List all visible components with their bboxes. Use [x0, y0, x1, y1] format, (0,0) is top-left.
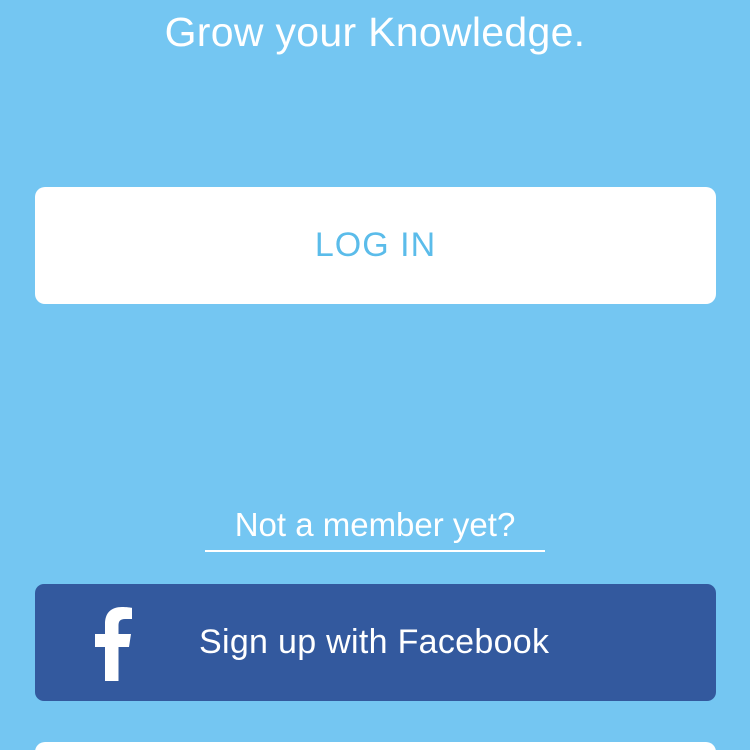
secondary-signup-button[interactable]	[35, 742, 716, 750]
facebook-icon	[91, 605, 135, 681]
login-button[interactable]: LOG IN	[35, 187, 716, 304]
login-button-label: LOG IN	[314, 226, 437, 264]
not-a-member-link[interactable]: Not a member yet?	[205, 502, 545, 552]
facebook-signup-label: Sign up with Facebook	[199, 623, 550, 661]
tagline: Grow your Knowledge.	[164, 9, 586, 55]
facebook-signup-button[interactable]: Sign up with Facebook	[35, 584, 716, 701]
